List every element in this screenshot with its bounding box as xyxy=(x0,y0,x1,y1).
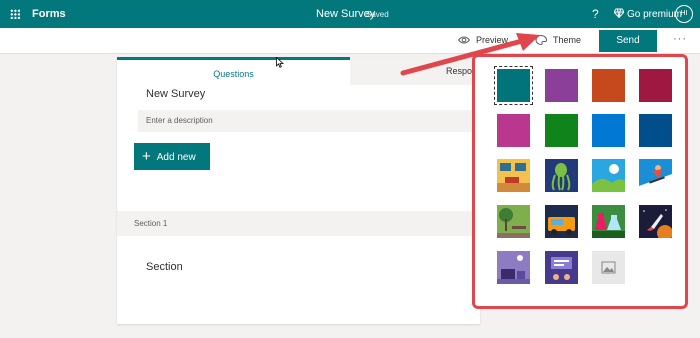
palette-icon xyxy=(535,35,547,45)
avatar[interactable]: HI xyxy=(675,5,693,23)
app-name[interactable]: Forms xyxy=(32,8,66,20)
theme-color-5[interactable] xyxy=(497,114,530,147)
preview-label: Preview xyxy=(476,35,509,45)
preview-button[interactable]: Preview xyxy=(458,35,508,45)
tab-responses[interactable]: Respons xyxy=(350,57,482,85)
section-header[interactable] xyxy=(117,211,480,236)
section-label: Section 1 xyxy=(134,219,168,228)
theme-image-landscape-sun[interactable] xyxy=(592,159,625,192)
theme-label: Theme xyxy=(553,35,582,45)
theme-color-6[interactable] xyxy=(545,114,578,147)
theme-image-food-truck[interactable] xyxy=(545,205,578,238)
theme-picker-panel xyxy=(472,54,688,309)
app-launcher-icon[interactable] xyxy=(10,9,20,19)
add-new-button[interactable]: + Add new xyxy=(134,143,210,170)
save-status: Saved xyxy=(366,10,389,19)
theme-image-lab-flasks[interactable] xyxy=(592,205,625,238)
command-bar: Preview Theme Send ··· xyxy=(0,28,700,54)
theme-image-snowboarder[interactable] xyxy=(639,159,672,192)
description-field[interactable]: Enter a description xyxy=(138,110,480,132)
tab-questions[interactable]: Questions xyxy=(117,57,350,85)
add-new-label: Add new xyxy=(156,152,196,163)
theme-image-desk-scene[interactable] xyxy=(497,159,530,192)
diamond-icon xyxy=(614,8,624,18)
more-options-button[interactable]: ··· xyxy=(673,33,687,45)
theme-image-purple-desk[interactable] xyxy=(497,251,530,284)
mouse-cursor-icon xyxy=(276,56,285,71)
theme-button[interactable]: Theme xyxy=(535,35,581,45)
theme-image-rocket-space[interactable] xyxy=(639,205,672,238)
plus-icon: + xyxy=(142,148,151,165)
eye-icon xyxy=(458,36,470,44)
form-title[interactable]: New Survey xyxy=(146,88,205,100)
help-button[interactable]: ? xyxy=(592,7,599,21)
go-premium-button[interactable]: Go premium xyxy=(614,8,682,20)
theme-image-screen-chat[interactable] xyxy=(545,251,578,284)
go-premium-label: Go premium xyxy=(627,9,683,20)
theme-image-forest-bench[interactable] xyxy=(497,205,530,238)
theme-color-1[interactable] xyxy=(494,66,533,105)
theme-color-2[interactable] xyxy=(545,69,578,102)
send-button[interactable]: Send xyxy=(599,30,657,52)
theme-color-8[interactable] xyxy=(639,114,672,147)
top-bar: Forms New Survey Saved ? Go premium HI xyxy=(0,0,700,28)
section-title[interactable]: Section xyxy=(146,261,183,273)
theme-color-7[interactable] xyxy=(592,114,625,147)
theme-color-3[interactable] xyxy=(592,69,625,102)
theme-image-octopus[interactable] xyxy=(545,159,578,192)
upload-image-icon[interactable] xyxy=(592,251,625,284)
theme-color-4[interactable] xyxy=(639,69,672,102)
